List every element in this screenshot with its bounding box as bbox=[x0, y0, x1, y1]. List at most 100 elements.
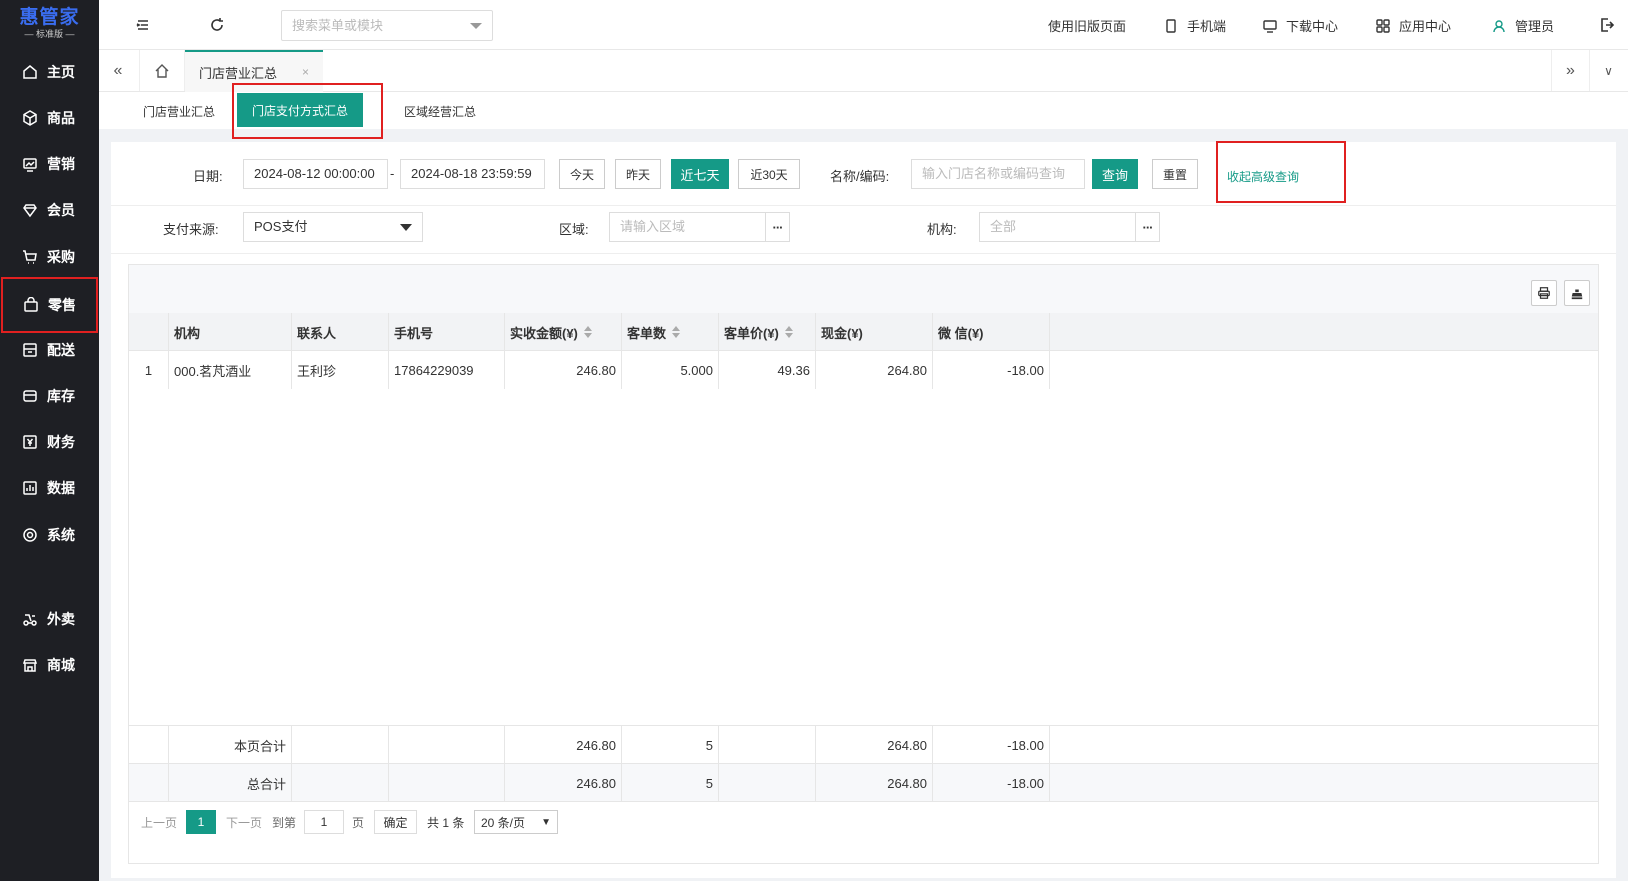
sidebar-item-delivery[interactable]: 配送 bbox=[0, 330, 99, 370]
app-logo[interactable]: 惠管家 — 标准版 — bbox=[0, 0, 99, 48]
sidebar-item-retail[interactable]: 零售 bbox=[1, 277, 98, 333]
page-number-input[interactable]: 1 bbox=[304, 810, 344, 834]
header-amount[interactable]: 实收金额(¥) bbox=[505, 313, 622, 351]
chevron-down-icon: ▼ bbox=[541, 816, 551, 828]
sidebar-item-home[interactable]: 主页 bbox=[0, 52, 99, 92]
sidebar-item-label: 数据 bbox=[47, 480, 75, 496]
sort-icon[interactable] bbox=[583, 326, 592, 338]
cell-amount: 246.80 bbox=[505, 351, 622, 389]
tabs-scroll-left-icon[interactable]: « bbox=[99, 50, 137, 91]
edition-label: — 标准版 — bbox=[24, 29, 75, 39]
export-icon[interactable] bbox=[1564, 280, 1590, 306]
tabs-scroll-right-icon[interactable]: » bbox=[1551, 50, 1589, 91]
phone-icon bbox=[1166, 18, 1176, 33]
grid-toolbar bbox=[129, 265, 1598, 313]
logout-icon[interactable] bbox=[1597, 15, 1617, 35]
cell-org: 000.茗芃酒业 bbox=[169, 351, 292, 389]
cell-order-count: 5.000 bbox=[622, 351, 719, 389]
diamond-icon bbox=[22, 202, 38, 218]
header-amount-label: 实收金额(¥) bbox=[510, 325, 578, 341]
page-size-value: 20 条/页 bbox=[481, 815, 526, 830]
total-index bbox=[129, 726, 169, 764]
confirm-goto-button[interactable]: 确定 bbox=[374, 810, 417, 834]
topbar: 搜索菜单或模块 使用旧版页面 手机端 下载中心 应用中心 管理员 bbox=[99, 0, 1628, 50]
header-wechat[interactable]: 微 信(¥) bbox=[933, 313, 1050, 351]
today-button[interactable]: 今天 bbox=[559, 159, 605, 189]
mobile-label: 手机端 bbox=[1187, 19, 1227, 34]
next-page-button[interactable]: 下一页 bbox=[226, 810, 262, 834]
truck-icon bbox=[22, 342, 38, 358]
last-7-days-button[interactable]: 近七天 bbox=[671, 159, 729, 189]
date-end-input[interactable]: 2024-08-18 23:59:59 bbox=[400, 159, 545, 189]
old-page-link[interactable]: 使用旧版页面 bbox=[1048, 16, 1126, 35]
report-panel: 日期: 2024-08-12 00:00:00 - 2024-08-18 23:… bbox=[111, 142, 1616, 878]
region-input[interactable]: 请输入区域 bbox=[609, 212, 766, 242]
menu-search-select[interactable]: 搜索菜单或模块 bbox=[281, 10, 493, 41]
sidebar-item-marketing[interactable]: 营销 bbox=[0, 144, 99, 184]
prev-page-button[interactable]: 上一页 bbox=[141, 810, 177, 834]
sidebar-item-purchase[interactable]: 采购 bbox=[0, 237, 99, 277]
download-label: 下载中心 bbox=[1286, 19, 1339, 34]
user-menu[interactable]: 管理员 bbox=[1491, 16, 1554, 35]
highlight-box bbox=[1216, 141, 1346, 203]
sidebar-item-system[interactable]: 系统 bbox=[0, 515, 99, 555]
sidebar-item-takeout[interactable]: 外卖 bbox=[0, 599, 99, 639]
page-size-select[interactable]: 20 条/页 ▼ bbox=[474, 810, 558, 834]
sidebar-item-finance[interactable]: 财务 bbox=[0, 422, 99, 462]
app-center-link[interactable]: 应用中心 bbox=[1375, 16, 1451, 35]
cell-wechat: -18.00 bbox=[933, 351, 1050, 389]
menu-toggle-icon[interactable] bbox=[133, 15, 153, 35]
total-contact bbox=[292, 726, 389, 764]
sidebar-item-goods[interactable]: 商品 bbox=[0, 98, 99, 138]
sidebar-item-label: 零售 bbox=[48, 297, 76, 313]
home-icon bbox=[22, 64, 38, 80]
row-index: 1 bbox=[129, 351, 169, 389]
home-tab[interactable] bbox=[139, 50, 185, 91]
table-row[interactable]: 1 000.茗芃酒业 王利珍 17864229039 246.80 5.000 … bbox=[129, 351, 1598, 389]
page-1-button[interactable]: 1 bbox=[186, 810, 216, 834]
org-picker-more-icon[interactable]: ··· bbox=[1135, 212, 1160, 242]
yesterday-button[interactable]: 昨天 bbox=[615, 159, 661, 189]
pay-source-select[interactable]: POS支付 bbox=[243, 212, 423, 242]
reset-button[interactable]: 重置 bbox=[1152, 159, 1198, 189]
header-org[interactable]: 机构 bbox=[169, 313, 292, 351]
download-center-link[interactable]: 下载中心 bbox=[1262, 16, 1338, 35]
cell-avg-price: 49.36 bbox=[719, 351, 816, 389]
search-placeholder: 搜索菜单或模块 bbox=[292, 18, 384, 33]
chart-icon bbox=[22, 156, 38, 172]
grand-total-wechat: -18.00 bbox=[933, 764, 1050, 802]
sort-icon[interactable] bbox=[784, 326, 793, 338]
sort-icon[interactable] bbox=[672, 326, 681, 338]
header-order-count-label: 客单数 bbox=[627, 325, 667, 341]
tabs-menu-chevron-icon[interactable]: ∨ bbox=[1589, 50, 1627, 91]
sidebar-item-mall[interactable]: 商城 bbox=[0, 645, 99, 685]
cart-icon bbox=[22, 249, 38, 265]
grand-total-label: 总合计 bbox=[169, 764, 292, 802]
name-code-input[interactable]: 输入门店名称或编码查询 bbox=[911, 159, 1085, 189]
query-button[interactable]: 查询 bbox=[1092, 159, 1138, 189]
goto-label: 到第 bbox=[272, 815, 297, 830]
cell-contact: 王利珍 bbox=[292, 351, 389, 389]
divider bbox=[111, 205, 1616, 206]
header-order-count[interactable]: 客单数 bbox=[622, 313, 719, 351]
header-contact[interactable]: 联系人 bbox=[292, 313, 389, 351]
header-avg-price[interactable]: 客单价(¥) bbox=[719, 313, 816, 351]
close-icon[interactable]: × bbox=[302, 65, 309, 79]
region-picker-more-icon[interactable]: ··· bbox=[765, 212, 790, 242]
sidebar-item-inventory[interactable]: 库存 bbox=[0, 376, 99, 416]
mobile-link[interactable]: 手机端 bbox=[1163, 16, 1226, 35]
subtab-region-business[interactable]: 区域经营汇总 bbox=[404, 103, 476, 120]
monitor-icon bbox=[1263, 19, 1277, 33]
subtab-store-business[interactable]: 门店营业汇总 bbox=[143, 103, 215, 120]
org-input[interactable]: 全部 bbox=[979, 212, 1136, 242]
sidebar-item-data[interactable]: 数据 bbox=[0, 468, 99, 508]
last-30-days-button[interactable]: 近30天 bbox=[738, 159, 800, 189]
refresh-icon[interactable] bbox=[207, 15, 227, 35]
settings-icon bbox=[22, 527, 38, 543]
sidebar-item-label: 配送 bbox=[47, 342, 75, 358]
date-start-input[interactable]: 2024-08-12 00:00:00 bbox=[243, 159, 388, 189]
sidebar-item-member[interactable]: 会员 bbox=[0, 190, 99, 230]
header-phone[interactable]: 手机号 bbox=[389, 313, 505, 351]
print-icon[interactable] bbox=[1531, 280, 1557, 306]
header-cash[interactable]: 现金(¥) bbox=[816, 313, 933, 351]
